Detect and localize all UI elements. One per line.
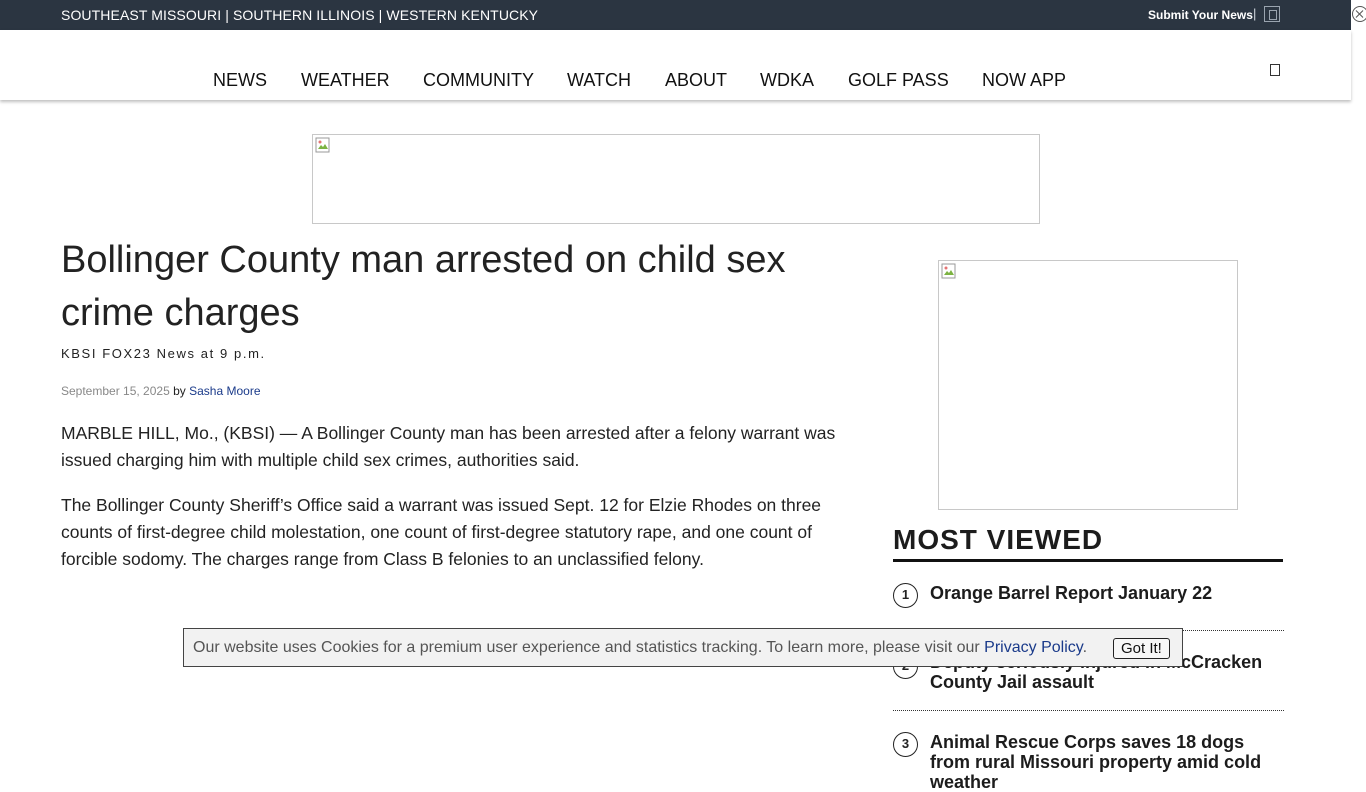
top-bar: SOUTHEAST MISSOURI | SOUTHERN ILLINOIS |…: [0, 0, 1351, 30]
divider: [893, 710, 1284, 711]
region-links[interactable]: SOUTHEAST MISSOURI | SOUTHERN ILLINOIS |…: [61, 7, 538, 23]
by-label: by: [173, 384, 186, 398]
broken-image-icon: [941, 263, 956, 279]
nav-item-news[interactable]: NEWS: [213, 70, 267, 91]
most-viewed-title: MOST VIEWED: [893, 522, 1283, 562]
nav-item-wdka[interactable]: WDKA: [760, 70, 814, 91]
sidebar-ad[interactable]: [938, 260, 1238, 510]
cookie-message-text: Our website uses Cookies for a premium u…: [193, 639, 985, 656]
most-viewed-link[interactable]: Animal Rescue Corps saves 18 dogs from r…: [930, 732, 1285, 792]
article-paragraph: MARBLE HILL, Mo., (KBSI) — A Bollinger C…: [61, 423, 836, 470]
nav-item-now-app[interactable]: NOW APP: [982, 70, 1066, 91]
main-nav: NEWS WEATHER COMMUNITY WATCH ABOUT WDKA …: [0, 30, 1351, 100]
nav-item-watch[interactable]: WATCH: [567, 70, 631, 91]
menu-square-icon[interactable]: [1270, 64, 1280, 76]
submit-news-link[interactable]: Submit Your News: [1148, 8, 1253, 22]
nav-item-weather[interactable]: WEATHER: [301, 70, 390, 91]
privacy-policy-link[interactable]: Privacy Policy: [984, 639, 1082, 656]
got-it-button[interactable]: Got It!: [1113, 638, 1170, 659]
author-link[interactable]: Sasha Moore: [189, 384, 260, 398]
rank-badge: 3: [893, 732, 918, 757]
article-headline: Bollinger County man arrested on child s…: [61, 239, 786, 334]
banner-ad[interactable]: [312, 134, 1040, 224]
cookie-period: .: [1082, 639, 1088, 656]
topbar-separator: |: [1253, 6, 1257, 21]
nav-item-about[interactable]: ABOUT: [665, 70, 727, 91]
nav-item-community[interactable]: COMMUNITY: [423, 70, 534, 91]
cookie-banner: Our website uses Cookies for a premium u…: [183, 628, 1183, 667]
rank-badge: 1: [893, 583, 918, 608]
show-label: KBSI FOX23 News at 9 p.m.: [61, 346, 266, 361]
article-paragraph: The Bollinger County Sheriff’s Office sa…: [61, 495, 822, 569]
nav-item-golf-pass[interactable]: GOLF PASS: [848, 70, 949, 91]
close-icon[interactable]: [1352, 6, 1366, 22]
most-viewed-link[interactable]: Orange Barrel Report January 22: [930, 583, 1285, 603]
cookie-message: Our website uses Cookies for a premium u…: [193, 639, 1087, 657]
publish-date: September 15, 2025: [61, 384, 170, 398]
byline: September 15, 2025 by Sasha Moore: [61, 384, 261, 398]
square-icon[interactable]: [1264, 6, 1280, 22]
broken-image-icon: [315, 137, 330, 153]
